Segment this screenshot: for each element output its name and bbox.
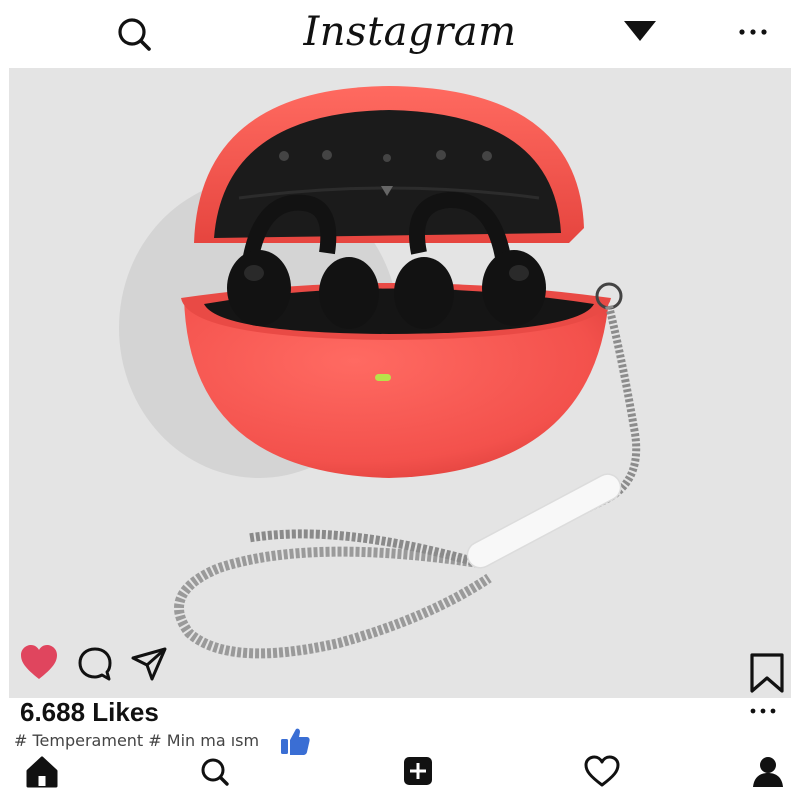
likes-count[interactable]: 6.688 Likes <box>20 697 159 728</box>
bookmark-icon[interactable] <box>748 652 786 694</box>
triangle-down-icon[interactable] <box>622 18 658 44</box>
post-image[interactable] <box>9 68 791 698</box>
app-logo[interactable]: Instagram <box>300 2 520 62</box>
search-icon[interactable] <box>195 754 235 790</box>
profile-icon[interactable] <box>748 754 788 790</box>
top-bar: Instagram <box>0 0 800 66</box>
home-icon[interactable] <box>22 754 62 790</box>
heart-icon[interactable] <box>582 754 622 790</box>
search-icon[interactable] <box>114 14 154 54</box>
bottom-nav <box>0 752 800 800</box>
more-icon[interactable] <box>736 20 770 44</box>
heart-icon[interactable] <box>19 644 59 682</box>
post-caption: # Temperament # Min ma ısm <box>14 731 260 750</box>
send-icon[interactable] <box>130 646 168 682</box>
comment-icon[interactable] <box>77 646 113 682</box>
more-icon[interactable] <box>748 702 778 720</box>
product-photo <box>119 86 641 659</box>
add-post-icon[interactable] <box>398 754 438 790</box>
